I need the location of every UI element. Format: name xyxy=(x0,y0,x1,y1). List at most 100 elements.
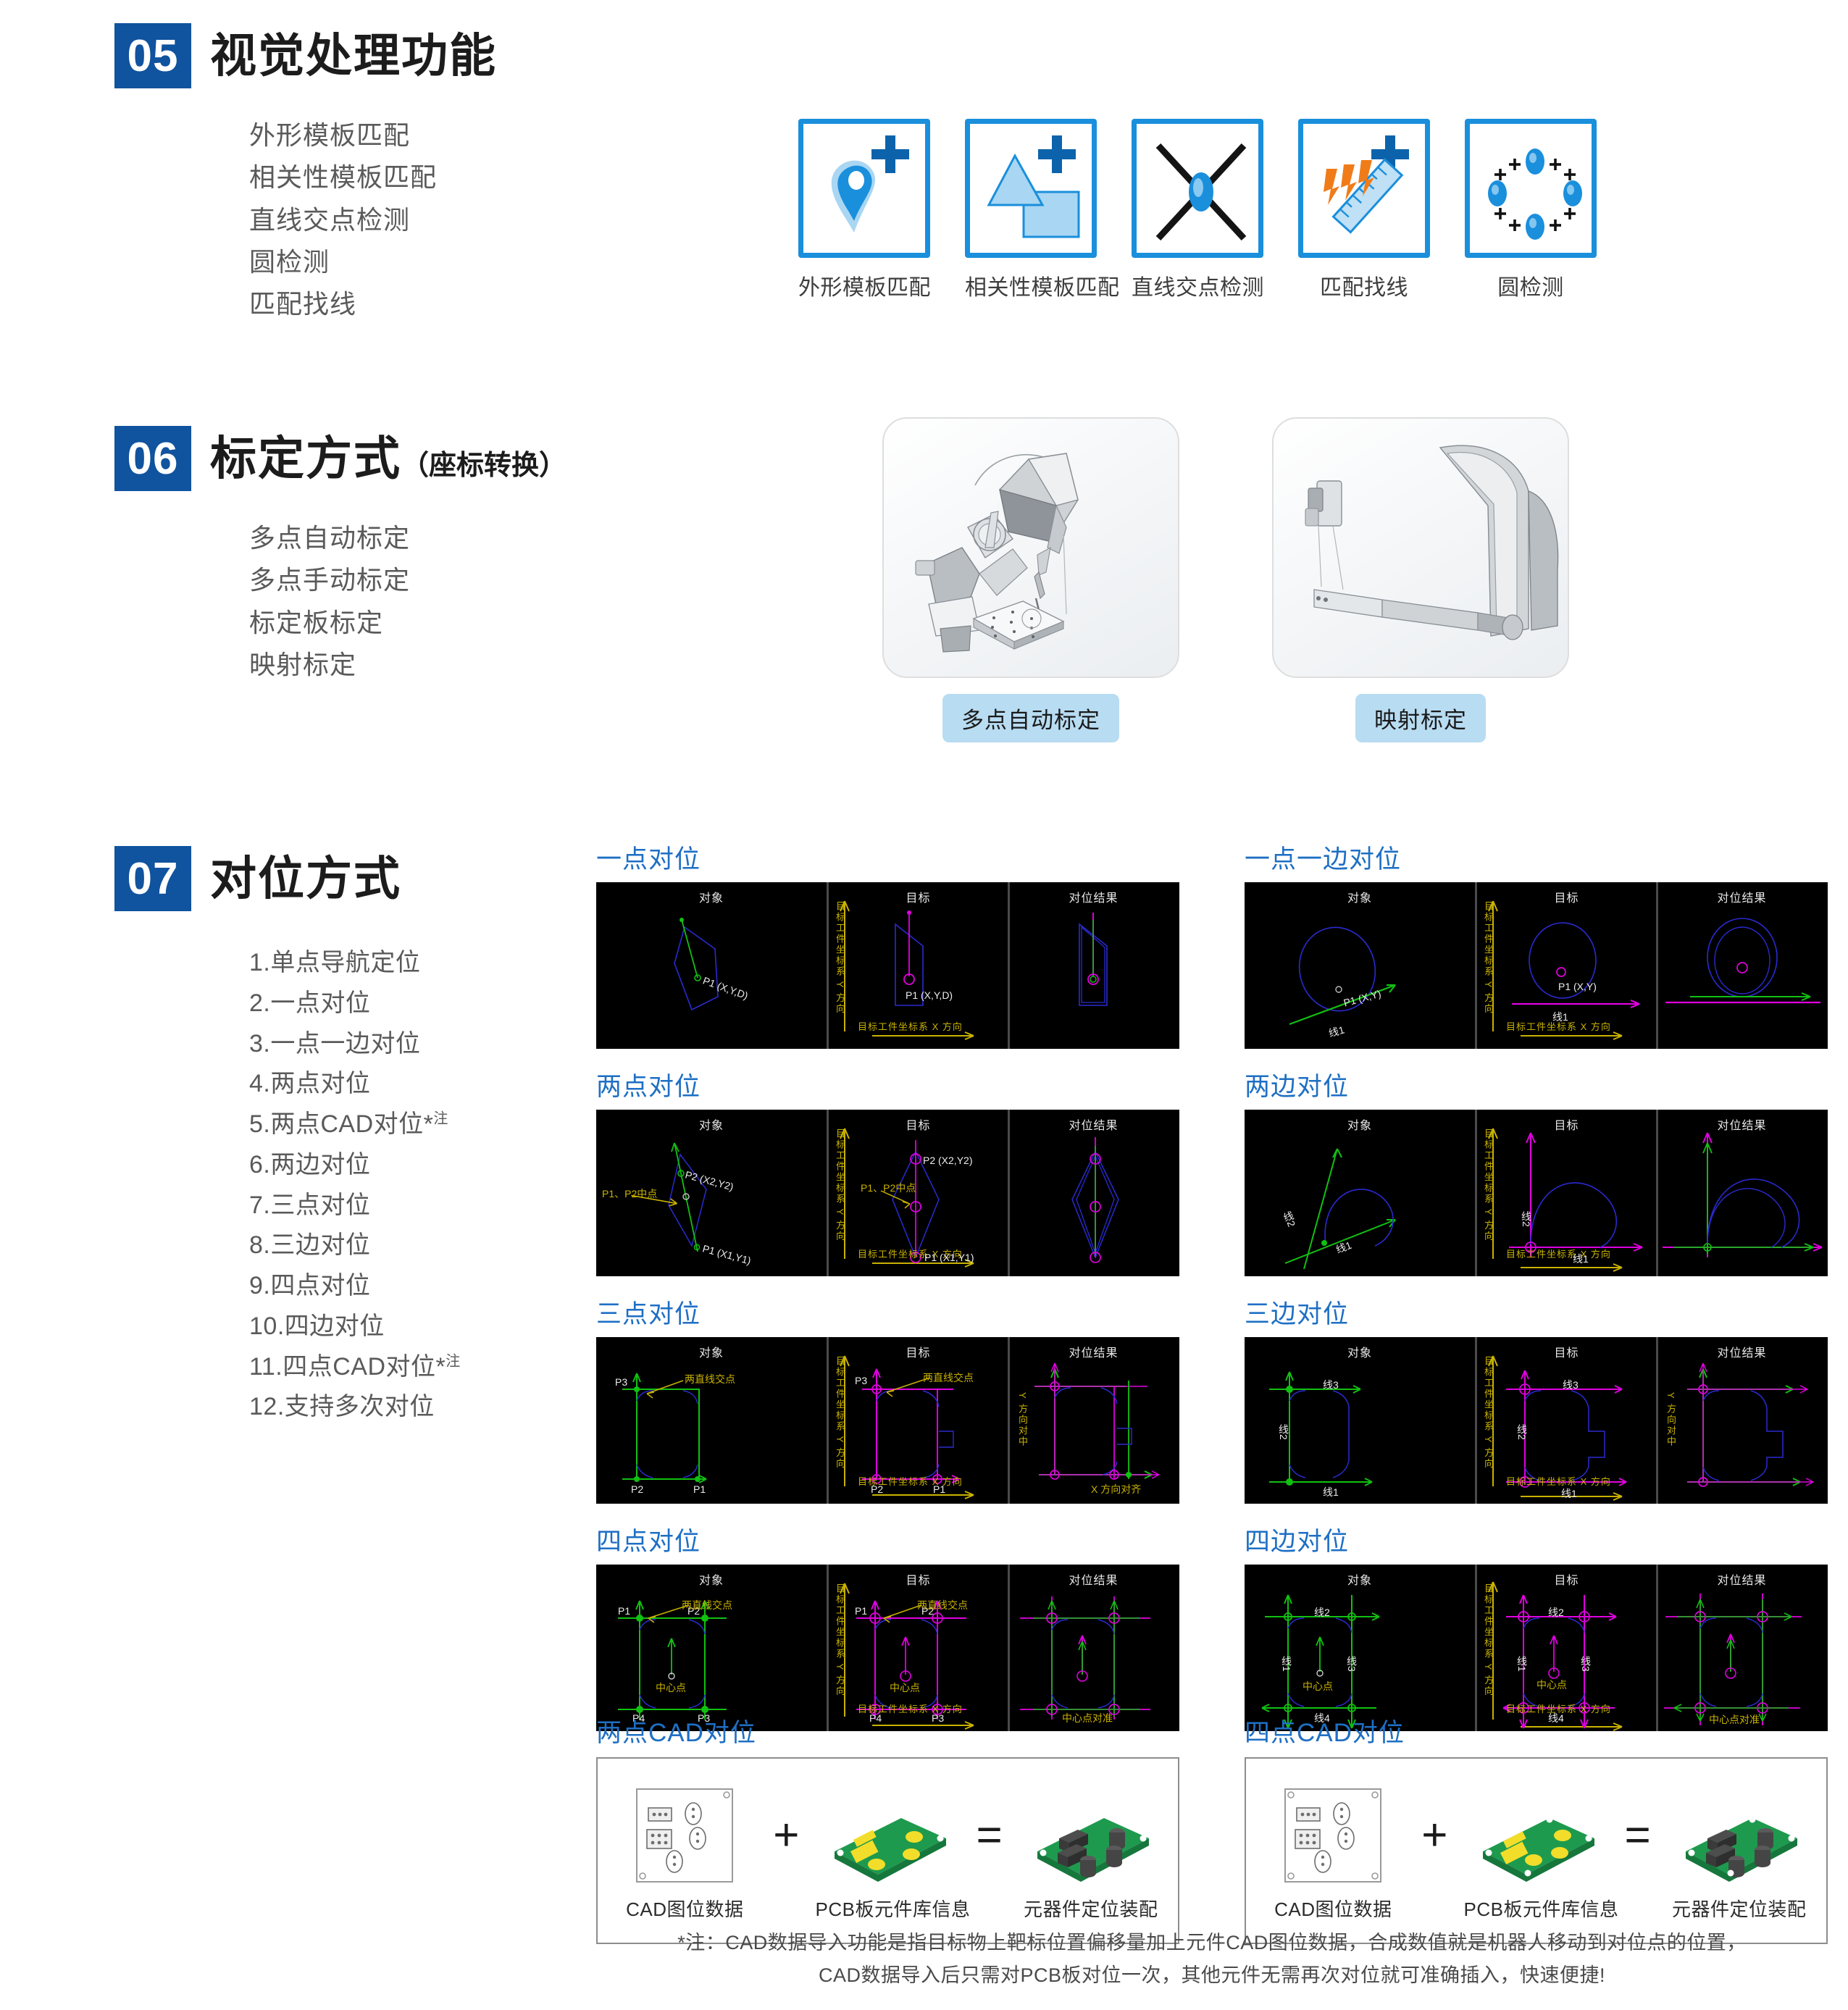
pane-result: 对位结果 中心点对准 xyxy=(1008,1565,1177,1731)
line-cross-icon xyxy=(1132,119,1263,258)
diagram-title: 一点一边对位 xyxy=(1245,845,1402,874)
pane-result: 对位结果 xyxy=(1008,1110,1177,1276)
pane-target: 目标 目标工件坐标系 Y 方向 目标工件坐标系 X 方向 线2 线1 xyxy=(1475,1110,1656,1276)
pane-target: 目标 目标工件坐标系 Y 方向 目标工件坐标系 X 方向 xyxy=(827,1337,1008,1504)
diagram-canvas: 对象 线2 线1 线3 线4 中心点 目标 目标工件坐标系 Y 方向 目标工件坐… xyxy=(1245,1565,1828,1731)
result-x-label: X 方向对齐 xyxy=(1091,1483,1142,1495)
point-label: P1 xyxy=(618,1605,631,1617)
icon-cell-line-intersection: 直线交点检测 xyxy=(1132,119,1264,301)
footnote-marker: 注 xyxy=(433,1110,448,1127)
pane-result: 对位结果 xyxy=(1656,882,1826,1049)
vision-icon-row: 外形模板匹配 相关性模板匹配 直线交点检测 匹配找线 圆检测 xyxy=(798,119,1597,301)
object-drawing xyxy=(1261,1594,1380,1729)
pcb-assembled-icon xyxy=(1019,1780,1163,1890)
pane-label: 对位结果 xyxy=(1069,1120,1119,1132)
result-drawing xyxy=(1079,913,1108,1006)
axis-y-label: 目标工件坐标系 Y 方向 xyxy=(835,1128,845,1242)
axis-x-label: 目标工件坐标系 X 方向 xyxy=(1506,1249,1611,1260)
center-point-label: 中心点 xyxy=(1303,1680,1333,1692)
result-y-label: Y 方向对中 xyxy=(1665,1392,1676,1448)
object-drawing xyxy=(1289,926,1396,1026)
line-label: 线1 xyxy=(1281,1656,1292,1672)
line-label: 线3 xyxy=(1563,1379,1579,1391)
cad-item: PCB板元件库信息 xyxy=(816,1780,970,1922)
pane-target: 目标 目标工件坐标系 Y 方向 目标工件坐标系 X 方向 线3 线2 线1 xyxy=(1475,1337,1656,1504)
pane-object: 对象 线2 线1 xyxy=(1245,1110,1475,1276)
axis-y-label: 目标工件坐标系 Y 方向 xyxy=(835,901,845,1015)
object-drawing xyxy=(1284,1148,1396,1270)
center-point-label: 中心点 xyxy=(656,1682,686,1693)
icon-cell-shape-template: 外形模板匹配 xyxy=(798,119,931,301)
pane-label: 对象 xyxy=(698,1347,724,1360)
diagram-canvas: 对象 P1 (X,Y) 线1 目标 目标工件坐标系 Y 方向 目标工件坐标系 X… xyxy=(1245,882,1828,1049)
axis-y-label: 目标工件坐标系 Y 方向 xyxy=(835,1356,845,1470)
photo-caption: 多点自动标定 xyxy=(942,694,1119,742)
pane-label: 目标 xyxy=(906,1347,931,1360)
pane-label: 目标 xyxy=(906,1120,931,1132)
center-point-label: 中心点 xyxy=(890,1682,920,1693)
intersection-label: 两直线交点 xyxy=(685,1373,735,1385)
pane-label: 对象 xyxy=(698,892,724,905)
pane-target: 目标 目标工件坐标系 Y 方向 目标工件坐标系 X 方向 P2 (X2,Y2) xyxy=(827,1110,1008,1276)
point-label: P2 xyxy=(871,1483,884,1495)
location-pin-icon xyxy=(798,119,930,258)
pane-label: 目标 xyxy=(1554,1347,1579,1360)
pane-label: 目标 xyxy=(1554,1120,1579,1132)
pane-target: 目标 目标工件坐标系 Y 方向 目标工件坐标系 X 方向 xyxy=(827,1565,1008,1731)
midpoint-label: P1、P2中点 xyxy=(602,1188,658,1199)
pane-label: 对位结果 xyxy=(1717,1347,1767,1360)
line-label: 线2 xyxy=(1516,1424,1528,1440)
cad-item-label: 元器件定位装配 xyxy=(1671,1898,1807,1920)
result-drawing xyxy=(1665,918,1820,1004)
pane-object: 对象 P2 (X2,Y2) P1、P2中点 P1 (X1,Y1) xyxy=(596,1110,827,1276)
pane-label: 对位结果 xyxy=(1069,892,1119,905)
pane-target: 目标 目标工件坐标系 Y 方向 目标工件坐标系 X 方向 xyxy=(1475,1565,1656,1731)
line-label: 线2 xyxy=(1548,1607,1564,1618)
line-label: 线1 xyxy=(1561,1488,1577,1499)
pane-label: 对位结果 xyxy=(1717,892,1767,905)
object-drawing xyxy=(618,1600,727,1720)
point-label: P2 (X2,Y2) xyxy=(923,1155,973,1166)
icon-caption: 直线交点检测 xyxy=(1132,276,1264,300)
diagram-two-point: 两点对位 对象 P2 (X2,Y2) P1、P2中点 P1 (X1,Y1) 目标… xyxy=(596,1066,1179,1276)
mapping-calibration-image xyxy=(1272,417,1569,678)
section-05-number: 05 xyxy=(114,23,191,88)
axis-y-label: 目标工件坐标系 Y 方向 xyxy=(1483,1356,1494,1470)
pane-label: 目标 xyxy=(1554,1575,1579,1587)
diagram-title: 两点对位 xyxy=(596,1073,701,1101)
icon-caption: 圆检测 xyxy=(1497,276,1564,300)
pcb-assembled-icon xyxy=(1667,1780,1812,1890)
axis-y-label: 目标工件坐标系 Y 方向 xyxy=(1483,901,1494,1015)
cad-item: CAD图位数据 xyxy=(1260,1780,1405,1922)
axis-x-label: 目标工件坐标系 X 方向 xyxy=(858,1021,963,1032)
object-drawing xyxy=(674,918,719,1011)
pane-result: 对位结果 Y 方向对中 xyxy=(1656,1337,1826,1504)
diagram-title: 四边对位 xyxy=(1245,1528,1350,1556)
section-06-title: 标定方式（座标转换） xyxy=(210,435,566,482)
icon-caption: 外形模板匹配 xyxy=(798,276,931,300)
cad-item: 元器件定位装配 xyxy=(1667,1780,1812,1922)
footnote-marker: 注 xyxy=(446,1353,461,1370)
point-label: P3 xyxy=(615,1376,628,1388)
point-label: P1 xyxy=(933,1483,946,1495)
pane-object: 对象 P3 P2 P1 两直线交点 xyxy=(596,1337,827,1504)
ruler-scan-icon xyxy=(1298,119,1430,258)
result-drawing xyxy=(1663,1132,1823,1257)
photo-caption: 映射标定 xyxy=(1355,694,1486,742)
footnote-line-1: *注：CAD数据导入功能是指目标物上靶标位置偏移量加上元件CAD图位数据，合成数… xyxy=(677,1932,1747,1954)
result-drawing xyxy=(1664,1594,1802,1725)
diagram-one-point-one-edge: 一点一边对位 对象 P1 (X,Y) 线1 目标 目标工件坐标系 Y 方向 目标… xyxy=(1245,839,1828,1049)
point-label: P1 (X,Y) xyxy=(1558,981,1597,992)
photo-cell-mapping-calibration: 映射标定 xyxy=(1272,417,1569,742)
pane-object: 对象 P1 (X,Y,D) xyxy=(596,882,827,1049)
line-label: 线1 xyxy=(1552,1011,1568,1023)
diagram-title: 三点对位 xyxy=(596,1300,701,1328)
cad-item-label: CAD图位数据 xyxy=(1274,1898,1392,1920)
pane-label: 对位结果 xyxy=(1069,1575,1119,1587)
shapes-overlap-icon xyxy=(965,119,1097,258)
icon-caption: 相关性模板匹配 xyxy=(965,276,1120,300)
pane-label: 对象 xyxy=(1347,1347,1372,1360)
pane-result: 对位结果 xyxy=(1656,1110,1826,1276)
plus-operator: + xyxy=(773,1810,800,1860)
line-label: 线1 xyxy=(1516,1656,1528,1672)
